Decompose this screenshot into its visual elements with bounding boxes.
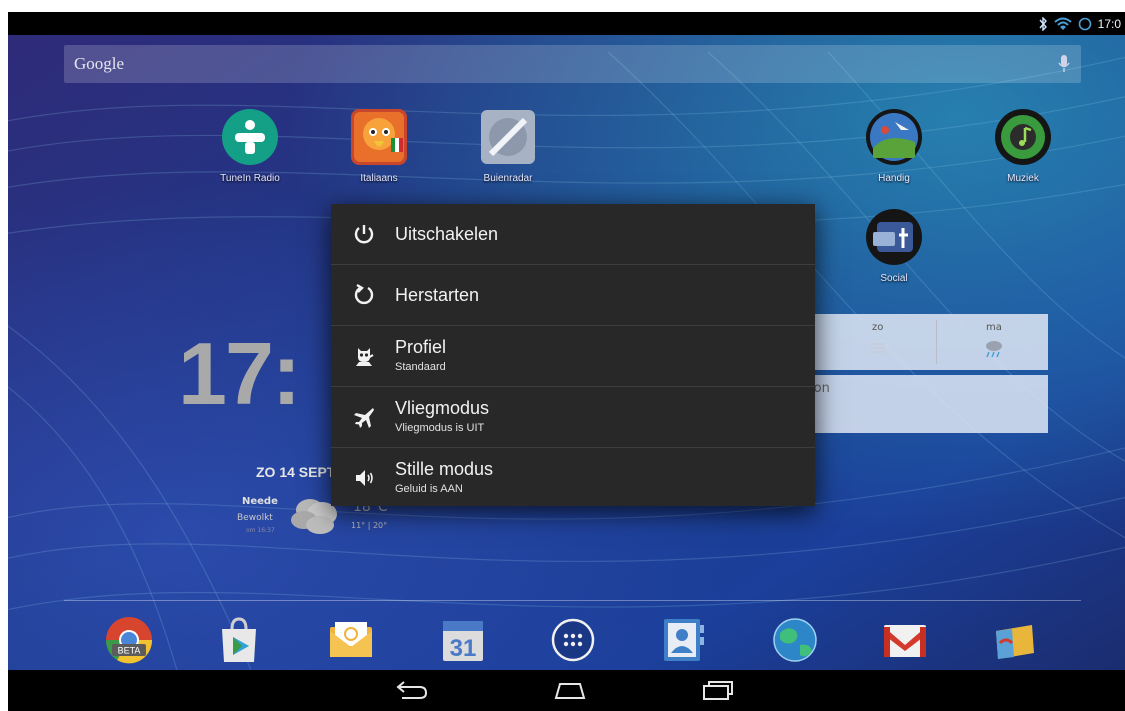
menu-item-airplane-mode[interactable]: Vliegmodus Vliegmodus is UIT [331,387,815,447]
wallet-icon[interactable] [990,615,1040,665]
search-label: Google [74,54,125,73]
app-label: Italiaans [360,173,398,184]
menu-item-title: Profiel [395,337,447,357]
forecast-day: ma [986,322,1002,333]
menu-item-restart[interactable]: Herstarten [331,265,815,325]
navigation-bar [8,670,1125,711]
power-options-dialog: Uitschakelen Herstarten Profiel Standaar… [331,204,815,506]
folder-handig[interactable]: Handig [851,108,937,184]
gmail-icon[interactable] [880,615,930,665]
app-drawer-icon[interactable] [548,615,598,665]
weather-updated-time: om 16:37 [246,527,275,534]
calendar-day-number: 31 [450,635,477,662]
fog-icon [871,343,885,353]
status-time: 17:0 [1097,16,1121,31]
muziek-folder-icon [995,109,1051,165]
rain-icon [986,341,1002,358]
recent-apps-button-icon[interactable] [700,678,736,702]
menu-item-subtitle: Standaard [395,361,446,373]
microphone-icon[interactable] [1057,54,1071,74]
bluetooth-icon [1039,16,1047,31]
menu-item-profile[interactable]: Profiel Standaard [331,326,815,386]
forecast-day: zo [872,322,884,333]
buienradar-icon [481,110,535,164]
contacts-icon[interactable] [658,615,708,665]
menu-item-silent-mode[interactable]: Stille modus Geluid is AAN [331,448,815,508]
play-store-icon[interactable] [214,615,264,665]
restart-icon [354,283,374,305]
airplane-icon [354,408,374,428]
app-label: Buienradar [483,173,533,184]
app-tunein-radio[interactable]: TuneIn Radio [207,108,293,184]
weather-city: Neede [242,496,278,507]
info-widget[interactable]: ion [808,375,1048,433]
back-button-icon[interactable] [394,678,430,702]
app-label: TuneIn Radio [220,173,280,184]
menu-item-title: Uitschakelen [395,224,499,244]
profile-icon [356,348,374,366]
email-icon[interactable] [326,615,376,665]
forecast-divider [936,320,937,364]
italiaans-parrot-icon [351,109,407,165]
app-label: Social [880,273,908,284]
app-italiaans[interactable]: Italiaans [336,108,422,184]
home-button-icon[interactable] [552,678,588,702]
android-home-screen: 17:0 Google TuneIn Radio Italiaans Buien… [8,12,1125,711]
menu-item-title: Vliegmodus [395,398,490,418]
app-buienradar[interactable]: Buienradar [465,108,551,184]
power-icon [354,225,374,244]
dock-divider [64,600,1081,601]
folder-muziek[interactable]: Muziek [980,108,1066,184]
menu-item-power-off[interactable]: Uitschakelen [331,204,815,264]
tunein-radio-icon [222,109,278,165]
clock-widget-time[interactable]: 17: [178,330,301,418]
wifi-icon [1053,17,1072,30]
app-label: Muziek [1007,173,1039,184]
social-folder-icon [866,209,922,265]
speaker-icon [356,470,373,486]
menu-item-title: Stille modus [395,459,494,479]
folder-social[interactable]: Social [851,208,937,284]
menu-item-subtitle: Geluid is AAN [395,483,463,495]
weather-temperature-range: 11° | 20° [351,521,388,530]
chrome-beta-icon[interactable]: BETA [104,615,154,665]
battery-icon [1078,17,1091,30]
weather-condition: Bewolkt [237,513,273,523]
menu-item-title: Herstarten [395,285,480,305]
status-bar: 17:0 [8,12,1125,35]
handig-folder-icon [866,109,922,165]
calendar-icon[interactable]: 31 [438,615,488,665]
menu-item-subtitle: Vliegmodus is UIT [395,422,485,434]
clock-widget-date: ZO 14 SEPT [256,464,336,480]
browser-globe-icon[interactable] [770,615,820,665]
google-search-bar[interactable]: Google [64,45,1081,83]
weather-forecast-widget[interactable]: zo ma [808,314,1048,370]
app-label: Handig [878,173,910,184]
chrome-beta-badge: BETA [118,646,141,656]
